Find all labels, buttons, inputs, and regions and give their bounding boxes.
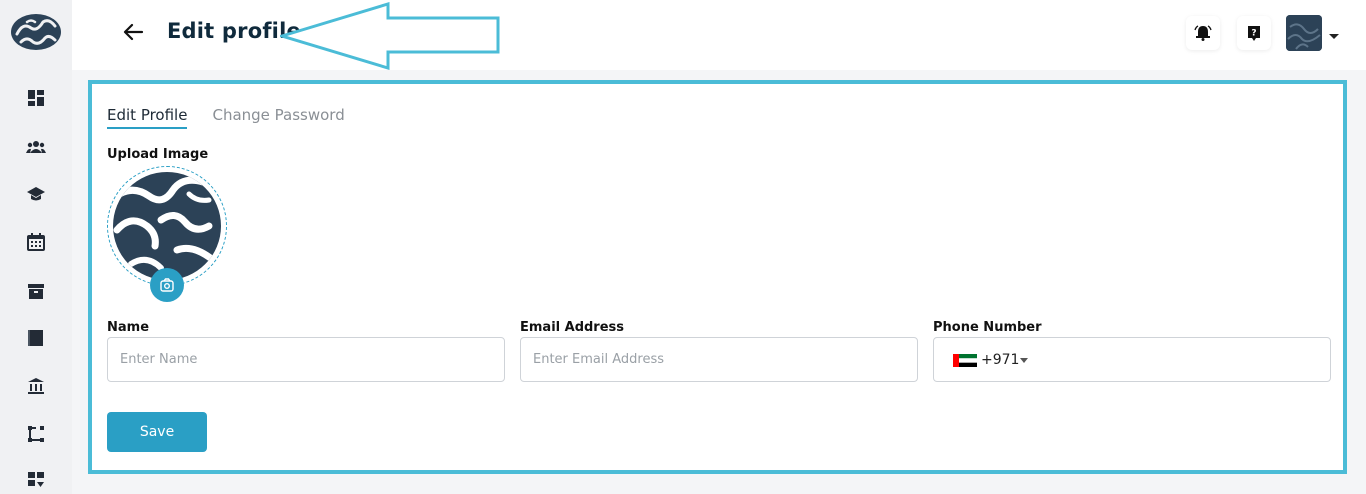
phone-label: Phone Number	[933, 320, 1042, 335]
chevron-down-icon[interactable]	[1328, 28, 1340, 39]
name-label: Name	[107, 320, 150, 335]
upload-image-label: Upload Image	[107, 147, 209, 162]
avatar[interactable]	[1286, 15, 1322, 51]
brain-logo[interactable]	[9, 12, 63, 52]
calendar-icon[interactable]	[24, 230, 48, 254]
camera-icon[interactable]	[150, 268, 184, 302]
arrow-left-icon[interactable]	[120, 20, 148, 44]
dashboard-icon[interactable]	[24, 86, 48, 110]
sidebar	[0, 0, 72, 494]
tab-change-password[interactable]: Change Password	[212, 106, 344, 129]
dial-code[interactable]: +971	[981, 352, 1019, 368]
profile-image[interactable]	[113, 172, 221, 280]
save-button[interactable]: Save	[107, 412, 207, 452]
email-input[interactable]	[520, 337, 918, 382]
users-icon[interactable]	[24, 135, 48, 159]
email-label: Email Address	[520, 320, 625, 335]
tab-edit-profile[interactable]: Edit Profile	[107, 106, 188, 129]
annotation-arrow	[280, 2, 500, 70]
caret-down-icon[interactable]	[1020, 358, 1028, 363]
book-icon[interactable]	[24, 326, 48, 350]
uae-flag-icon[interactable]	[953, 354, 977, 367]
edit-profile-card: Edit Profile Change Password Upload Imag…	[88, 80, 1347, 474]
grid-arrow-icon[interactable]	[24, 468, 48, 492]
archive-box-icon[interactable]	[24, 279, 48, 303]
svg-text:?: ?	[1251, 29, 1256, 39]
phone-input[interactable]	[1038, 339, 1326, 380]
name-input[interactable]	[107, 337, 505, 382]
workflow-icon[interactable]	[24, 422, 48, 446]
question-icon[interactable]: ?	[1237, 16, 1271, 50]
top-bar: Edit profile ?	[72, 0, 1366, 70]
tab-bar: Edit Profile Change Password	[107, 106, 345, 129]
bank-icon[interactable]	[24, 374, 48, 398]
phone-field: +971	[933, 337, 1331, 382]
graduation-cap-icon[interactable]	[24, 182, 48, 206]
alarm-bell-icon[interactable]	[1186, 16, 1220, 50]
